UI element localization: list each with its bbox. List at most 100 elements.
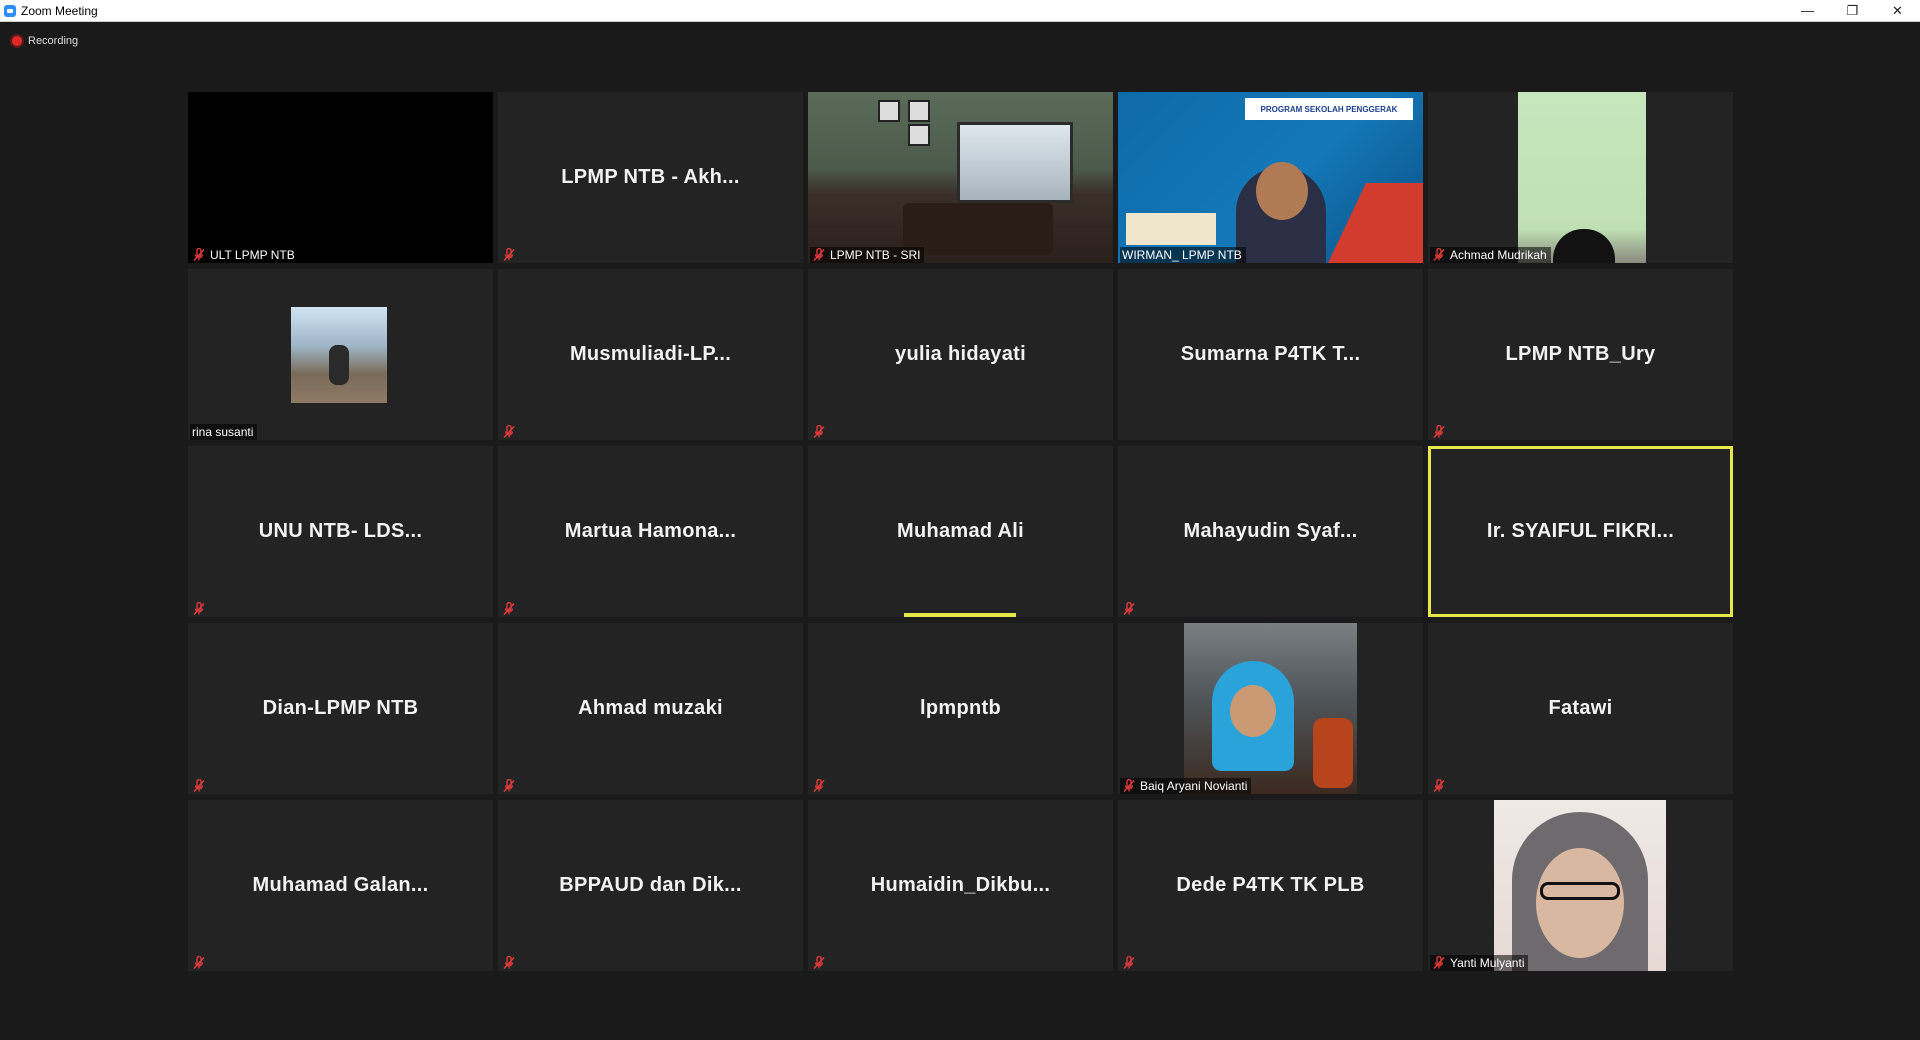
participant-tile[interactable]: BPPAUD dan Dik...: [498, 800, 803, 971]
participant-tile[interactable]: ULT LPMP NTB: [188, 92, 493, 263]
participant-name-label: LPMP NTB - SRI: [810, 247, 925, 263]
participant-display-name: Ahmad muzaki: [578, 697, 723, 719]
participant-name: LPMP NTB - SRI: [830, 248, 921, 262]
participant-tile[interactable]: Achmad Mudrikah: [1428, 92, 1733, 263]
mic-muted-icon: [502, 778, 516, 793]
window-controls: — ❐ ✕: [1785, 0, 1920, 22]
participant-tile[interactable]: LPMP NTB - Akh...: [498, 92, 803, 263]
mic-muted-icon: [1432, 778, 1446, 793]
participant-tile[interactable]: Fatawi: [1428, 623, 1733, 794]
mic-muted-icon: [1432, 955, 1446, 970]
participant-name-label: [810, 955, 834, 971]
participant-tile[interactable]: Dian-LPMP NTB: [188, 623, 493, 794]
participant-video: [1184, 623, 1357, 794]
participant-name-label: [810, 778, 834, 794]
participant-tile[interactable]: Yanti Mulyanti: [1428, 800, 1733, 971]
participant-name-label: [500, 601, 524, 617]
participant-display-name: Mahayudin Syaf...: [1183, 520, 1358, 542]
participant-tile[interactable]: PROGRAM SEKOLAH PENGGERAK WIRMAN_ LPMP NT…: [1118, 92, 1423, 263]
participant-name-label: [500, 955, 524, 971]
mic-muted-icon: [1122, 955, 1136, 970]
participant-display-name: BPPAUD dan Dik...: [559, 874, 742, 896]
participant-name-label: [190, 955, 214, 971]
participant-display-name: Martua Hamona...: [564, 520, 737, 542]
minimize-button[interactable]: —: [1785, 0, 1830, 22]
participant-name: Yanti Mulyanti: [1450, 956, 1525, 970]
participant-display-name: Ir. SYAIFUL FIKRI...: [1486, 520, 1675, 542]
mic-muted-icon: [192, 778, 206, 793]
participant-name-label: [1430, 424, 1454, 440]
participant-display-name: UNU NTB- LDS...: [258, 520, 423, 542]
participant-display-name: Musmuliadi-LP...: [569, 343, 732, 365]
gallery-view-grid: ULT LPMP NTB LPMP NTB - Akh... LPMP NTB - …: [188, 92, 1733, 971]
participant-name: Achmad Mudrikah: [1450, 248, 1547, 262]
participant-tile[interactable]: Humaidin_Dikbu...: [808, 800, 1113, 971]
participant-name-label: WIRMAN_ LPMP NTB: [1120, 247, 1246, 263]
participant-tile[interactable]: Dede P4TK TK PLB: [1118, 800, 1423, 971]
mic-muted-icon: [1432, 424, 1446, 439]
participant-name-label: Baiq Aryani Novianti: [1120, 778, 1252, 794]
mic-muted-icon: [192, 247, 206, 262]
mic-muted-icon: [502, 601, 516, 616]
profile-picture: [291, 307, 387, 403]
participant-tile[interactable]: Musmuliadi-LP...: [498, 269, 803, 440]
participant-name: WIRMAN_ LPMP NTB: [1122, 248, 1242, 262]
participant-name-label: Achmad Mudrikah: [1430, 247, 1551, 263]
participant-name-label: [500, 778, 524, 794]
participant-tile[interactable]: Baiq Aryani Novianti: [1118, 623, 1423, 794]
mic-muted-icon: [812, 778, 826, 793]
participant-tile[interactable]: LPMP NTB - SRI: [808, 92, 1113, 263]
mic-muted-icon: [192, 955, 206, 970]
participant-tile[interactable]: Ir. SYAIFUL FIKRI...: [1428, 446, 1733, 617]
participant-tile[interactable]: Muhamad Galan...: [188, 800, 493, 971]
close-button[interactable]: ✕: [1875, 0, 1920, 22]
participant-name: rina susanti: [192, 425, 254, 439]
zoom-app-icon: [4, 4, 16, 17]
recording-dot-icon: [12, 36, 22, 46]
participant-name: ULT LPMP NTB: [210, 248, 295, 262]
mic-muted-icon: [502, 955, 516, 970]
participant-video: PROGRAM SEKOLAH PENGGERAK: [1118, 92, 1423, 263]
participant-tile[interactable]: Martua Hamona...: [498, 446, 803, 617]
mic-muted-icon: [1432, 247, 1446, 262]
participant-name-label: [1120, 601, 1144, 617]
participant-tile[interactable]: LPMP NTB_Ury: [1428, 269, 1733, 440]
participant-name-label: [190, 778, 214, 794]
participant-name-label: [1120, 955, 1144, 971]
participant-display-name: Sumarna P4TK T...: [1180, 343, 1361, 365]
participant-display-name: Dede P4TK TK PLB: [1176, 874, 1365, 896]
recording-indicator[interactable]: Recording: [12, 35, 78, 47]
participant-display-name: LPMP NTB_Ury: [1505, 343, 1656, 365]
participant-video: [1494, 800, 1666, 971]
recording-label: Recording: [28, 35, 79, 47]
mic-muted-icon: [1122, 601, 1136, 616]
mic-muted-icon: [812, 955, 826, 970]
restore-button[interactable]: ❐: [1830, 0, 1875, 22]
participant-name-label: [1430, 778, 1454, 794]
participant-name-label: [500, 424, 524, 440]
participant-name-label: rina susanti: [190, 424, 258, 440]
participant-tile[interactable]: Ahmad muzaki: [498, 623, 803, 794]
participant-tile[interactable]: Muhamad Ali: [808, 446, 1113, 617]
mic-muted-icon: [1122, 778, 1136, 793]
participant-display-name: LPMP NTB - Akh...: [561, 166, 740, 188]
participant-tile[interactable]: yulia hidayati: [808, 269, 1113, 440]
mic-muted-icon: [812, 424, 826, 439]
participant-name-label: [190, 601, 214, 617]
participant-tile[interactable]: Mahayudin Syaf...: [1118, 446, 1423, 617]
participant-tile[interactable]: rina susanti: [188, 269, 493, 440]
participant-tile[interactable]: Sumarna P4TK T...: [1118, 269, 1423, 440]
participant-display-name: yulia hidayati: [895, 343, 1026, 365]
participant-name-label: Yanti Mulyanti: [1430, 955, 1529, 971]
participant-display-name: Muhamad Ali: [896, 520, 1024, 542]
participant-display-name: Muhamad Galan...: [252, 874, 429, 896]
participant-tile[interactable]: lpmpntb: [808, 623, 1113, 794]
participant-video: [808, 92, 1113, 263]
participant-tile[interactable]: UNU NTB- LDS...: [188, 446, 493, 617]
mic-muted-icon: [192, 601, 206, 616]
participant-display-name: Dian-LPMP NTB: [262, 697, 419, 719]
participant-display-name: Fatawi: [1548, 697, 1613, 719]
mic-muted-icon: [812, 247, 826, 262]
window-titlebar: Zoom Meeting — ❐ ✕: [0, 0, 1920, 22]
participant-display-name: Humaidin_Dikbu...: [870, 874, 1051, 896]
